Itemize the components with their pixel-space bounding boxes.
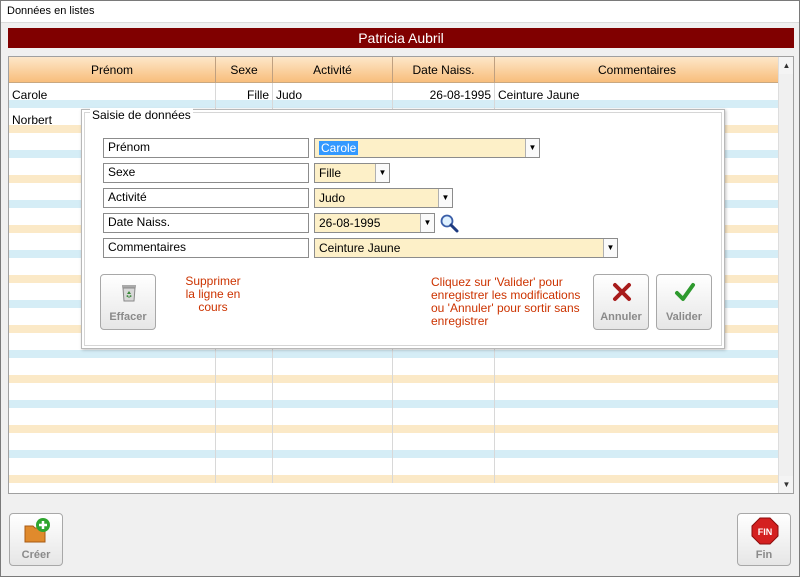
validate-button[interactable]: Valider — [656, 274, 712, 330]
activite-value: Judo — [319, 191, 346, 205]
validate-button-label: Valider — [665, 311, 703, 323]
trash-icon — [122, 285, 136, 302]
delete-note: Supprimer la ligne en cours — [178, 275, 248, 314]
cancel-button-label: Annuler — [600, 311, 642, 323]
table-cell — [495, 383, 779, 408]
table-cell: Ceinture Jaune — [498, 88, 580, 102]
table-row[interactable] — [9, 458, 779, 483]
table-cell: Judo — [273, 83, 393, 108]
label-sexe: Sexe — [103, 163, 309, 183]
prenom-value: Carole — [319, 141, 359, 155]
table-cell — [216, 358, 273, 383]
table-cell — [9, 358, 216, 383]
dropdown-arrow-icon[interactable]: ▼ — [603, 239, 617, 257]
table-cell: 26-08-1995 — [393, 83, 495, 108]
table-cell — [495, 358, 779, 383]
data-entry-group: Saisie de données Prénom Carole ▼ Sexe F… — [84, 108, 722, 346]
column-header-commentaires[interactable]: Commentaires — [495, 57, 779, 83]
label-commentaires: Commentaires — [103, 238, 309, 258]
dropdown-arrow-icon[interactable]: ▼ — [375, 164, 389, 182]
table-cell — [216, 458, 273, 483]
table-cell — [9, 433, 216, 458]
table-cell — [273, 408, 393, 433]
create-folder-icon — [24, 518, 50, 543]
table-cell — [495, 458, 779, 483]
create-button[interactable]: Créer — [9, 513, 63, 566]
table-cell — [393, 383, 495, 408]
table-cell — [9, 383, 216, 408]
column-header-sexe[interactable]: Sexe — [216, 57, 273, 83]
magnifier-icon[interactable] — [439, 213, 459, 233]
name-banner: Patricia Aubril — [8, 28, 794, 48]
table-cell — [9, 458, 216, 483]
table-row[interactable] — [9, 433, 779, 458]
table-cell — [216, 433, 273, 458]
check-icon — [675, 283, 695, 301]
end-button[interactable]: FIN Fin — [737, 513, 791, 566]
table-cell — [495, 433, 779, 458]
column-header-activite[interactable]: Activité — [273, 57, 393, 83]
column-header-date[interactable]: Date Naiss. — [393, 57, 495, 83]
sexe-select[interactable]: Fille ▼ — [314, 163, 390, 183]
create-button-label: Créer — [21, 549, 51, 561]
table-cell — [216, 408, 273, 433]
table-cell — [393, 358, 495, 383]
group-legend: Saisie de données — [90, 108, 193, 122]
dropdown-arrow-icon[interactable]: ▼ — [438, 189, 452, 207]
column-header-prenom[interactable]: Prénom — [9, 57, 216, 83]
table-cell — [216, 383, 273, 408]
table-cell — [9, 408, 216, 433]
commentaires-value: Ceinture Jaune — [319, 241, 401, 255]
table-row[interactable] — [9, 408, 779, 433]
table-row[interactable]: Carole Fille Judo 26-08-1995 Ceinture Jaune — [9, 83, 779, 108]
delete-button[interactable]: Effacer — [100, 274, 156, 330]
label-activite: Activité — [103, 188, 309, 208]
table-cell — [273, 433, 393, 458]
table-header: Prénom Sexe Activité Date Naiss. Comment… — [9, 57, 779, 83]
scroll-down-icon[interactable]: ▼ — [779, 476, 793, 493]
help-note: Cliquez sur 'Valider' pour enregistrer l… — [431, 276, 591, 328]
table-cell — [273, 458, 393, 483]
window-title: Données en listes — [7, 5, 95, 17]
table-cell — [393, 408, 495, 433]
table-cell — [393, 433, 495, 458]
label-date: Date Naiss. — [103, 213, 309, 233]
date-select[interactable]: 26-08-1995 ▼ — [314, 213, 435, 233]
delete-button-label: Effacer — [109, 311, 147, 323]
dropdown-arrow-icon[interactable]: ▼ — [420, 214, 434, 232]
table-cell — [273, 383, 393, 408]
vertical-scrollbar[interactable]: ▲ ▼ — [778, 57, 793, 493]
title-bar: Données en listes — [1, 1, 799, 23]
delete-note-line: cours — [198, 300, 228, 314]
dropdown-arrow-icon[interactable]: ▼ — [525, 139, 539, 157]
data-entry-dialog: Saisie de données Prénom Carole ▼ Sexe F… — [81, 108, 725, 349]
table-row[interactable] — [9, 383, 779, 408]
app-window: Données en listes Patricia Aubril Prénom… — [0, 0, 800, 577]
prenom-select[interactable]: Carole ▼ — [314, 138, 540, 158]
sexe-value: Fille — [319, 166, 342, 180]
label-prenom: Prénom — [103, 138, 309, 158]
stop-sign-icon: FIN — [751, 517, 779, 545]
table-cell — [273, 358, 393, 383]
table-row[interactable] — [9, 358, 779, 383]
table-cell: Fille — [216, 83, 273, 108]
help-note-line: enregistrer — [431, 314, 489, 328]
commentaires-select[interactable]: Ceinture Jaune ▼ — [314, 238, 618, 258]
end-button-label: Fin — [755, 549, 773, 561]
activite-select[interactable]: Judo ▼ — [314, 188, 453, 208]
date-value: 26-08-1995 — [319, 216, 381, 230]
x-icon — [613, 283, 631, 301]
table-cell — [495, 408, 779, 433]
stop-sign-text: FIN — [758, 527, 773, 537]
cancel-button[interactable]: Annuler — [593, 274, 649, 330]
table-cell — [393, 458, 495, 483]
scroll-up-icon[interactable]: ▲ — [779, 57, 793, 74]
table-cell: Carole — [9, 83, 216, 108]
